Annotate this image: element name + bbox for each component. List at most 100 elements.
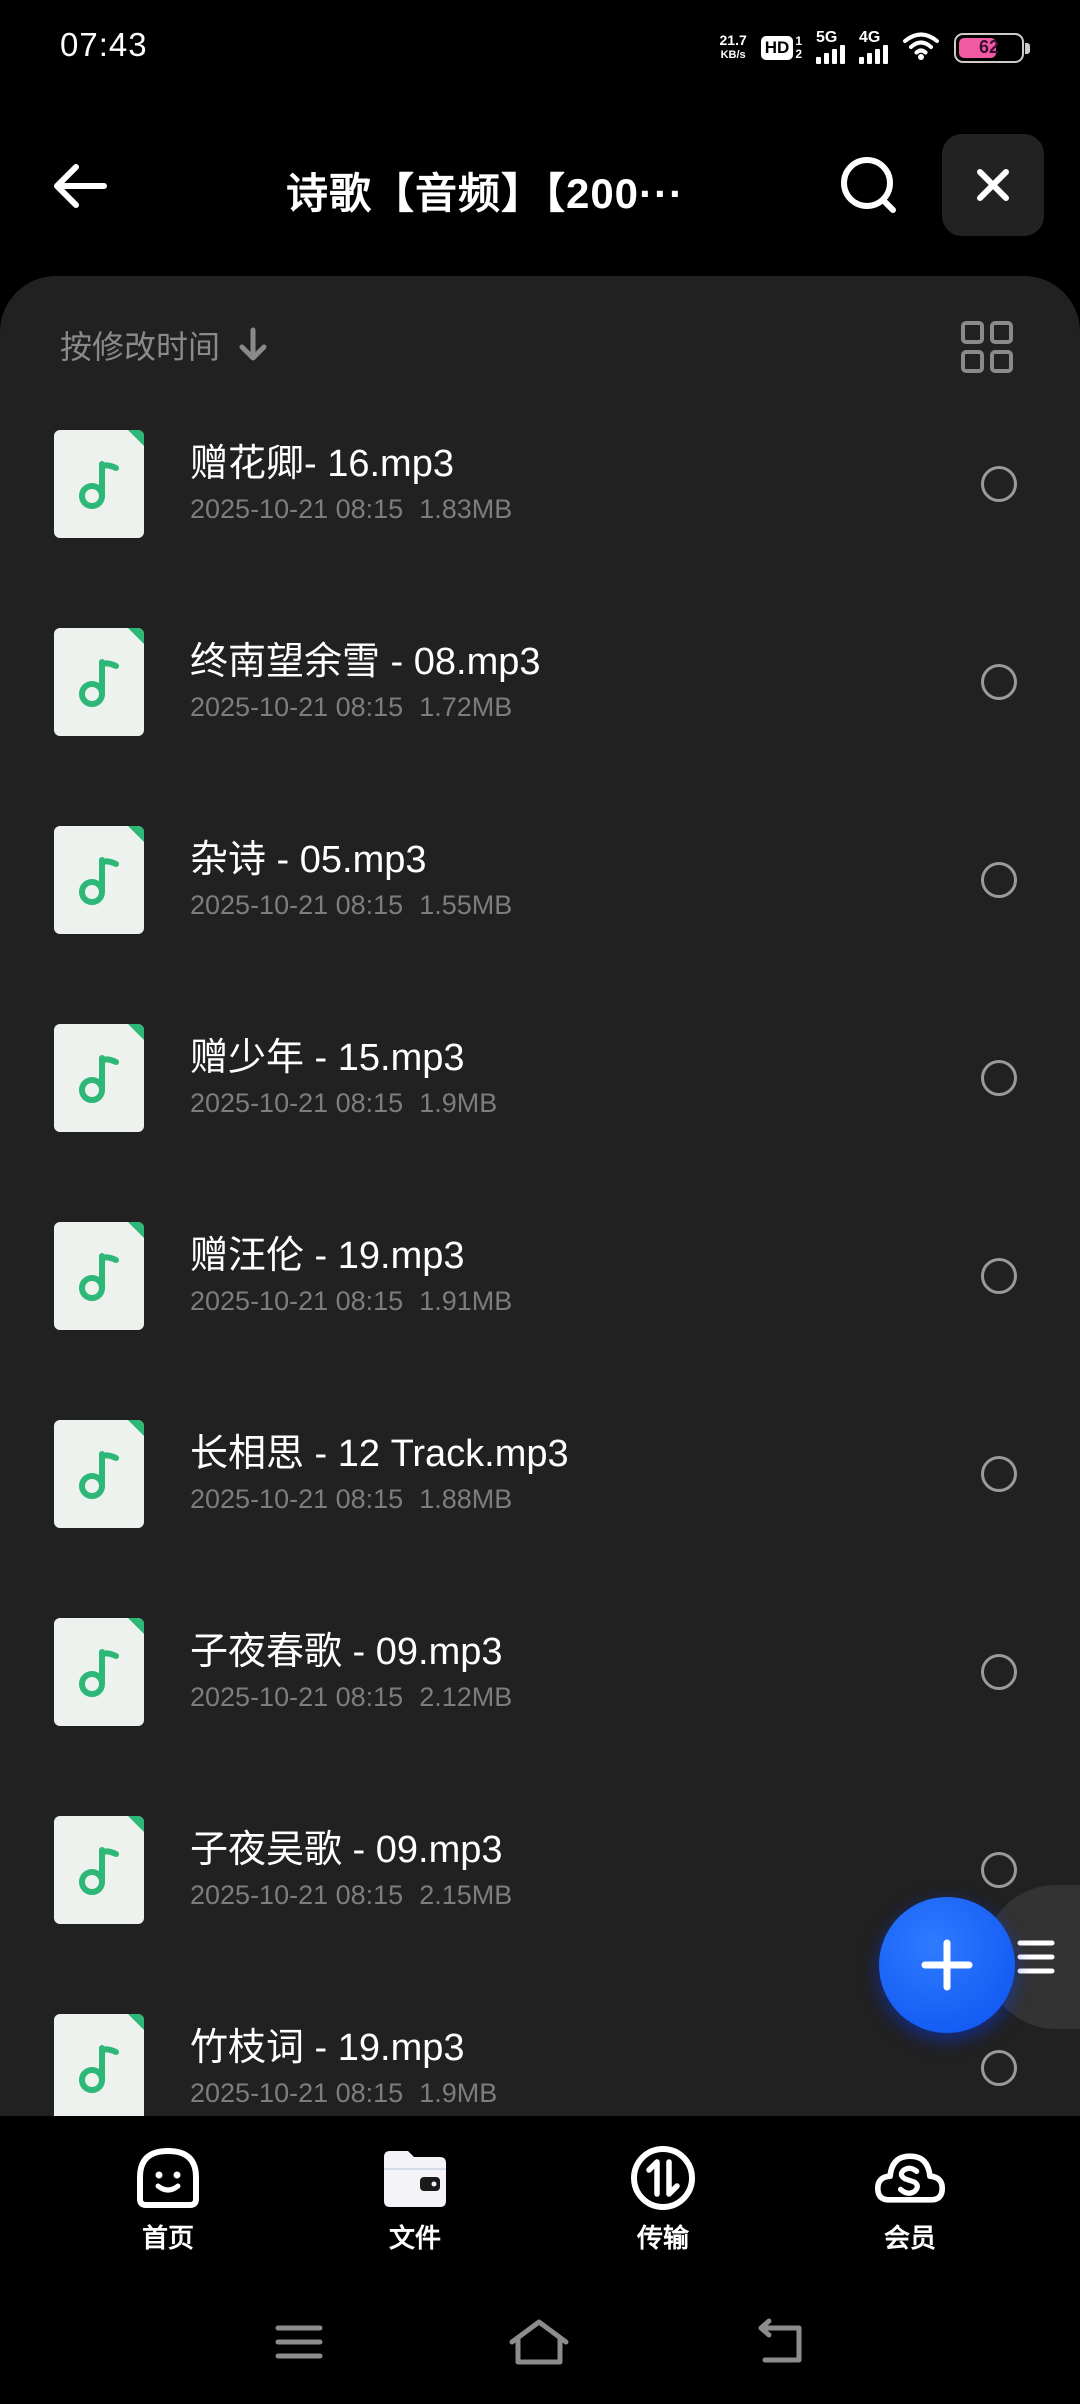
battery-level: 62 xyxy=(978,37,1000,57)
file-meta: 2025-10-21 08:15 1.55MB xyxy=(190,890,512,921)
hd-sub-bottom: 2 xyxy=(795,47,802,61)
audio-file-icon xyxy=(54,628,144,736)
grid-view-button[interactable] xyxy=(960,320,1014,374)
signal-4g-label: 4G xyxy=(859,28,881,46)
file-size: 2.15MB xyxy=(419,1880,513,1910)
nav-item-home[interactable]: 首页 xyxy=(88,2142,248,2255)
nav-label-member: 会员 xyxy=(883,2223,936,2253)
file-row[interactable]: 赠汪伦 - 19.mp3 2025-10-21 08:15 1.91MB xyxy=(0,1198,1080,1396)
file-panel: 按修改时间 赠花卿- 16.mp3 2025-10-21 08:15 1.83MB 终… xyxy=(0,276,1080,2116)
cloud-member-icon xyxy=(874,2142,946,2214)
file-size: 1.55MB xyxy=(419,890,513,920)
transfer-icon xyxy=(627,2142,699,2214)
close-icon xyxy=(977,169,1009,201)
audio-file-icon xyxy=(54,1618,144,1726)
file-name: 竹枝词 - 19.mp3 xyxy=(190,2027,465,2069)
home-icon xyxy=(509,2319,569,2365)
audio-file-icon xyxy=(54,1024,144,1132)
nav-label-files: 文件 xyxy=(388,2223,441,2253)
battery-icon: 62 xyxy=(954,33,1030,63)
file-size: 2.12MB xyxy=(419,1682,513,1712)
file-name: 赠少年 - 15.mp3 xyxy=(190,1037,465,1079)
status-bar: 07:43 21.7 KB/s HD 1 2 5G 4G 62 xyxy=(0,0,1080,96)
return-icon xyxy=(758,2318,802,2363)
status-time: 07:43 xyxy=(60,26,148,63)
file-row[interactable]: 赠花卿- 16.mp3 2025-10-21 08:15 1.83MB xyxy=(0,406,1080,604)
sort-button[interactable]: 按修改时间 xyxy=(60,322,268,368)
audio-file-icon xyxy=(54,826,144,934)
home-button[interactable] xyxy=(506,2312,572,2372)
file-row[interactable]: 杂诗 - 05.mp3 2025-10-21 08:15 1.55MB xyxy=(0,802,1080,1000)
recent-apps-button[interactable] xyxy=(266,2312,332,2372)
grid-icon xyxy=(961,321,1013,373)
file-date: 2025-10-21 08:15 xyxy=(190,1484,404,1514)
nav-label-home: 首页 xyxy=(141,2223,194,2253)
file-name: 长相思 - 12 Track.mp3 xyxy=(190,1433,569,1475)
nav-item-files[interactable]: 文件 xyxy=(335,2142,495,2255)
nav-label-transfer: 传输 xyxy=(636,2223,689,2253)
folder-icon xyxy=(379,2142,451,2214)
file-meta: 2025-10-21 08:15 1.9MB xyxy=(190,2078,497,2109)
bottom-nav: 首页 文件 传输 会员 xyxy=(0,2116,1080,2282)
select-checkbox[interactable] xyxy=(981,1852,1017,1888)
file-date: 2025-10-21 08:15 xyxy=(190,494,404,524)
search-button[interactable] xyxy=(834,150,906,222)
file-date: 2025-10-21 08:15 xyxy=(190,2078,404,2108)
file-meta: 2025-10-21 08:15 1.72MB xyxy=(190,692,512,723)
smile-face-icon xyxy=(132,2142,204,2214)
file-date: 2025-10-21 08:15 xyxy=(190,1682,404,1712)
arrow-down-icon xyxy=(239,327,267,361)
search-icon xyxy=(841,157,896,213)
file-size: 1.83MB xyxy=(419,494,513,524)
plus-icon xyxy=(921,1939,973,1991)
file-size: 1.9MB xyxy=(419,2078,498,2108)
add-button[interactable] xyxy=(879,1897,1015,2033)
net-speed: 21.7 KB/s xyxy=(720,33,747,63)
audio-file-icon xyxy=(54,1222,144,1330)
menu-lines-icon xyxy=(1017,1940,1055,1974)
wifi-icon xyxy=(902,31,940,66)
select-checkbox[interactable] xyxy=(981,1654,1017,1690)
audio-file-icon xyxy=(54,430,144,538)
menu-icon xyxy=(275,2325,323,2359)
select-checkbox[interactable] xyxy=(981,862,1017,898)
nav-item-member[interactable]: 会员 xyxy=(830,2142,990,2255)
back-arrow-icon xyxy=(54,164,107,208)
file-size: 1.88MB xyxy=(419,1484,513,1514)
select-checkbox[interactable] xyxy=(981,664,1017,700)
select-checkbox[interactable] xyxy=(981,1456,1017,1492)
system-nav-bar xyxy=(0,2282,1080,2404)
back-button[interactable] xyxy=(44,150,116,222)
file-meta: 2025-10-21 08:15 2.15MB xyxy=(190,1880,512,1911)
select-checkbox[interactable] xyxy=(981,2050,1017,2086)
select-checkbox[interactable] xyxy=(981,1258,1017,1294)
hd-label: HD xyxy=(760,36,794,60)
status-icons: 21.7 KB/s HD 1 2 5G 4G 62 xyxy=(720,28,1030,68)
file-name: 子夜吴歌 - 09.mp3 xyxy=(190,1829,503,1871)
file-row[interactable]: 赠少年 - 15.mp3 2025-10-21 08:15 1.9MB xyxy=(0,1000,1080,1198)
file-meta: 2025-10-21 08:15 2.12MB xyxy=(190,1682,512,1713)
page-title: 诗歌【音频】【200··· xyxy=(285,170,685,217)
file-name: 终南望余雪 - 08.mp3 xyxy=(190,641,541,683)
file-meta: 2025-10-21 08:15 1.9MB xyxy=(190,1088,497,1119)
hd-voice-icon: HD 1 2 xyxy=(760,35,802,61)
file-size: 1.72MB xyxy=(419,692,513,722)
header: 诗歌【音频】【200··· xyxy=(0,130,1080,240)
signal-5g-label: 5G xyxy=(816,28,838,46)
back-nav-button[interactable] xyxy=(748,2312,814,2372)
net-speed-value: 21.7 xyxy=(719,32,747,48)
nav-item-transfer[interactable]: 传输 xyxy=(583,2142,743,2255)
select-checkbox[interactable] xyxy=(981,466,1017,502)
file-row[interactable]: 长相思 - 12 Track.mp3 2025-10-21 08:15 1.88MB xyxy=(0,1396,1080,1594)
file-meta: 2025-10-21 08:15 1.83MB xyxy=(190,494,512,525)
file-list: 赠花卿- 16.mp3 2025-10-21 08:15 1.83MB 终南望余雪 -… xyxy=(0,406,1080,2116)
close-button[interactable] xyxy=(942,134,1044,236)
select-checkbox[interactable] xyxy=(981,1060,1017,1096)
file-date: 2025-10-21 08:15 xyxy=(190,890,404,920)
file-date: 2025-10-21 08:15 xyxy=(190,1088,404,1118)
signal-4g-icon: 4G xyxy=(859,29,888,64)
file-row[interactable]: 子夜春歌 - 09.mp3 2025-10-21 08:15 2.12MB xyxy=(0,1594,1080,1792)
file-row[interactable]: 终南望余雪 - 08.mp3 2025-10-21 08:15 1.72MB xyxy=(0,604,1080,802)
file-date: 2025-10-21 08:15 xyxy=(190,692,404,722)
file-meta: 2025-10-21 08:15 1.91MB xyxy=(190,1286,512,1317)
